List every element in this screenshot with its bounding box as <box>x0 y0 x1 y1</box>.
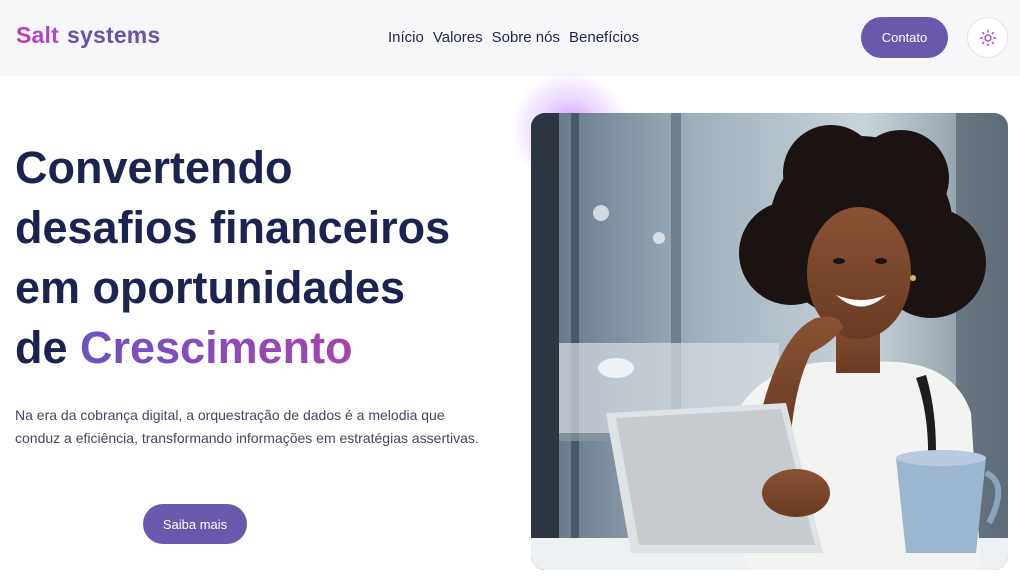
woman-with-tablet-illustration <box>531 113 1008 570</box>
hero-title-line-3: em oportunidades <box>15 262 406 313</box>
learn-more-button[interactable]: Saiba mais <box>143 504 247 544</box>
hero-title-prefix: de <box>15 322 81 373</box>
hero-photo <box>531 113 1008 570</box>
brand-logo[interactable]: Salt systems <box>16 22 160 49</box>
nav-item-beneficios[interactable]: Benefícios <box>569 29 639 46</box>
top-header: Salt systems Início Valores Sobre nós Be… <box>0 0 1020 76</box>
sun-icon <box>979 29 996 46</box>
logo-systems-text: systems <box>66 22 161 48</box>
hero-title-line-2: desafios financeiros <box>15 202 451 253</box>
nav-item-sobre-nos[interactable]: Sobre nós <box>492 29 560 46</box>
nav-item-valores[interactable]: Valores <box>433 29 483 46</box>
theme-toggle-button[interactable] <box>967 17 1008 58</box>
logo-salt-text: Salt <box>16 22 59 48</box>
hero-description: Na era da cobrança digital, a orquestraç… <box>15 407 479 446</box>
nav-item-inicio[interactable]: Início <box>388 29 424 46</box>
hero-title: Convertendo desafios financeiros em opor… <box>15 138 515 378</box>
main-nav: Início Valores Sobre nós Benefícios <box>388 29 639 46</box>
hero-title-accent: Crescimento <box>80 322 353 373</box>
contact-button[interactable]: Contato <box>861 17 948 58</box>
hero-title-line-1: Convertendo <box>15 142 293 193</box>
